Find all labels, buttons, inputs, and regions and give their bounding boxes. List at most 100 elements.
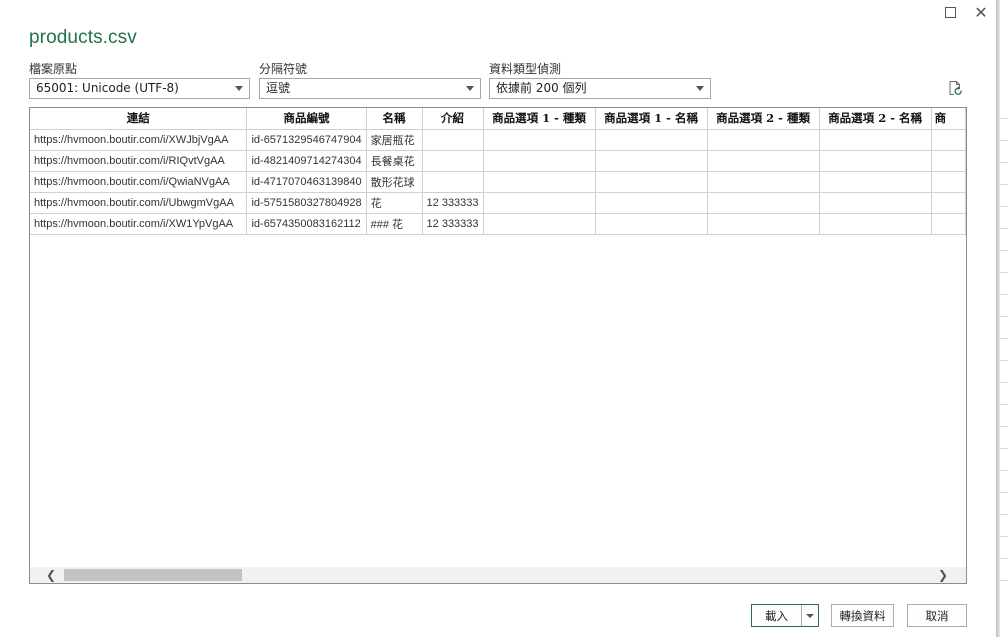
table-cell: id-6571329546747904: [246, 129, 367, 151]
scroll-left-icon[interactable]: ❮: [42, 567, 60, 583]
close-icon: ✕: [974, 2, 988, 22]
column-header[interactable]: 介紹: [422, 108, 484, 130]
header-row: 連結 商品編號 名稱 介紹 商品選項 1 - 種類 商品選項 1 - 名稱 商品…: [30, 108, 966, 130]
table-cell: [707, 150, 820, 172]
type-detection-select[interactable]: 依據前 200 個列: [489, 78, 711, 99]
table-cell: https://hvmoon.boutir.com/i/RIQvtVgAA: [30, 150, 248, 172]
table-cell: [595, 171, 708, 193]
column-header[interactable]: 商: [931, 108, 966, 130]
table-cell: [931, 129, 966, 151]
type-detection-value: 依據前 200 個列: [496, 81, 587, 95]
table-cell: [422, 129, 484, 151]
file-origin-select[interactable]: 65001: Unicode (UTF-8): [29, 78, 250, 99]
table-row: https://hvmoon.boutir.com/i/UbwgmVgAA id…: [30, 192, 966, 214]
transform-data-button[interactable]: 轉換資料: [831, 604, 894, 627]
table-cell: [483, 171, 596, 193]
type-detection-label: 資料類型偵測: [489, 62, 562, 76]
chevron-down-icon: [235, 86, 243, 91]
preview-table: 連結 商品編號 名稱 介紹 商品選項 1 - 種類 商品選項 1 - 名稱 商品…: [30, 108, 966, 235]
table-cell: [422, 171, 484, 193]
table-row: https://hvmoon.boutir.com/i/XW1YpVgAA id…: [30, 213, 966, 235]
column-header[interactable]: 商品選項 1 - 名稱: [595, 108, 708, 130]
table-cell: id-6574350083162112: [246, 213, 367, 235]
table-cell: [595, 213, 708, 235]
delimiter-select[interactable]: 逗號: [259, 78, 481, 99]
column-header[interactable]: 商品選項 2 - 種類: [707, 108, 820, 130]
sheet-gridline: [1000, 140, 1008, 141]
column-header[interactable]: 名稱: [366, 108, 423, 130]
table-cell: https://hvmoon.boutir.com/i/XW1YpVgAA: [30, 213, 248, 235]
sheet-gridline: [1000, 184, 1008, 185]
sheet-gridline: [1000, 448, 1008, 449]
table-cell: 家居瓶花: [366, 129, 423, 151]
horizontal-scrollbar[interactable]: ❮ ❯: [30, 567, 966, 583]
close-button[interactable]: ✕: [969, 2, 993, 22]
table-cell: https://hvmoon.boutir.com/i/UbwgmVgAA: [30, 192, 248, 214]
sheet-gridline: [1000, 250, 1008, 251]
sheet-gridline: [1000, 470, 1008, 471]
load-button[interactable]: 載入: [752, 605, 802, 626]
table-cell: https://hvmoon.boutir.com/i/XWJbjVgAA: [30, 129, 248, 151]
dialog-shadow: [996, 0, 1000, 637]
table-cell: [595, 150, 708, 172]
table-cell: [819, 171, 932, 193]
maximize-icon: [944, 6, 956, 18]
table-cell: 12 333333: [422, 213, 484, 235]
sheet-gridline: [1000, 580, 1008, 581]
table-cell: ### 花: [366, 213, 423, 235]
table-cell: id-4717070463139840: [246, 171, 367, 193]
table-cell: 12 333333: [422, 192, 484, 214]
file-origin-value: 65001: Unicode (UTF-8): [36, 81, 179, 95]
dialog-title: products.csv: [29, 27, 137, 48]
table-cell: [819, 192, 932, 214]
table-cell: 長餐桌花: [366, 150, 423, 172]
sheet-gridline: [1000, 228, 1008, 229]
refresh-icon[interactable]: [947, 80, 963, 96]
table-row: https://hvmoon.boutir.com/i/RIQvtVgAA id…: [30, 150, 966, 172]
scrollbar-thumb[interactable]: [64, 569, 242, 581]
column-header[interactable]: 商品選項 1 - 種類: [483, 108, 596, 130]
column-header[interactable]: 商品編號: [246, 108, 367, 130]
sheet-gridline: [1000, 118, 1008, 119]
table-cell: 花: [366, 192, 423, 214]
table-cell: [931, 192, 966, 214]
data-preview-grid[interactable]: 連結 商品編號 名稱 介紹 商品選項 1 - 種類 商品選項 1 - 名稱 商品…: [29, 107, 967, 584]
sheet-gridline: [1000, 338, 1008, 339]
sheet-gridline: [1000, 514, 1008, 515]
csv-import-dialog: ✕ products.csv 檔案原點 65001: Unicode (UTF-…: [0, 0, 996, 637]
table-cell: [707, 213, 820, 235]
table-cell: 散形花球: [366, 171, 423, 193]
file-origin-label: 檔案原點: [29, 62, 78, 76]
table-cell: https://hvmoon.boutir.com/i/QwiaNVgAA: [30, 171, 248, 193]
table-cell: [931, 150, 966, 172]
cancel-button[interactable]: 取消: [907, 604, 967, 627]
sheet-gridline: [1000, 558, 1008, 559]
sheet-gridline: [1000, 492, 1008, 493]
table-cell: [595, 129, 708, 151]
chevron-down-icon: [696, 86, 704, 91]
table-row: https://hvmoon.boutir.com/i/QwiaNVgAA id…: [30, 171, 966, 193]
chevron-down-icon: [466, 86, 474, 91]
sheet-gridline: [1000, 426, 1008, 427]
table-cell: [483, 192, 596, 214]
table-cell: [931, 171, 966, 193]
table-cell: [819, 213, 932, 235]
table-cell: [483, 150, 596, 172]
chevron-down-icon: [806, 613, 814, 618]
scroll-right-icon[interactable]: ❯: [934, 567, 952, 583]
table-cell: id-5751580327804928: [246, 192, 367, 214]
table-cell: [707, 171, 820, 193]
table-cell: [707, 192, 820, 214]
column-header[interactable]: 商品選項 2 - 名稱: [819, 108, 932, 130]
table-cell: [595, 192, 708, 214]
sheet-gridline: [1000, 272, 1008, 273]
background-spreadsheet-edge: [996, 0, 1008, 637]
sheet-gridline: [1000, 360, 1008, 361]
sheet-gridline: [1000, 206, 1008, 207]
table-cell: id-4821409714274304: [246, 150, 367, 172]
maximize-button[interactable]: [938, 2, 962, 22]
column-header[interactable]: 連結: [30, 108, 248, 130]
table-cell: [819, 150, 932, 172]
table-cell: [422, 150, 484, 172]
load-options-dropdown[interactable]: [802, 605, 818, 626]
